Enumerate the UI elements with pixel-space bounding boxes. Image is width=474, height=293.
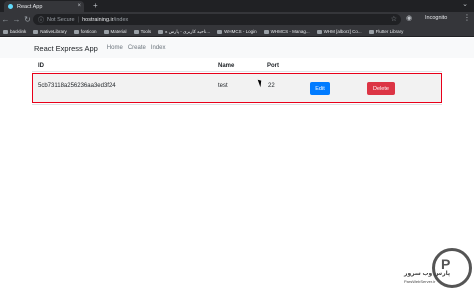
folder-icon [33,29,39,34]
forward-icon[interactable]: → [11,15,22,25]
url-path: /index [113,16,129,23]
folder-icon [133,29,139,34]
info-icon[interactable]: ⓘ [38,15,44,24]
bookmark-item[interactable]: fonticon [73,29,97,34]
watermark-text: پارس وب سرور [404,271,451,277]
column-header-name: Name [218,63,235,69]
url-host: hostraining.ir [82,16,114,23]
folder-icon [73,29,79,34]
bookmark-item[interactable]: Tools [133,29,151,34]
folder-icon [103,29,109,34]
column-header-id: ID [38,63,44,69]
browser-toolbar: ← → ↻ ⓘ Not Secure | hostraining.ir /ind… [0,12,474,27]
bookmark-star-icon[interactable]: ☆ [391,15,397,23]
back-icon[interactable]: ← [0,15,11,25]
app-brand[interactable]: React Express App [34,44,98,53]
table-row: 5cb73118a256236aa3ed3f24 test 22 Edit De… [32,73,442,103]
watermark-logo-icon [432,248,472,288]
folder-icon [368,29,374,34]
bookmark-item[interactable]: WHMCS - Manag... [263,29,310,34]
separator: | [77,16,80,23]
folder-icon [3,29,8,34]
site-icon [217,29,223,34]
bookmarks-bar: backlink NativeLibrary fonticon Material… [0,27,474,37]
nav-link-home[interactable]: Home [107,45,123,51]
nav-link-index[interactable]: Index [151,45,166,51]
bookmark-item[interactable]: WHMCS - Login [217,29,257,34]
incognito-icon: ◉ [406,15,413,22]
tab-close-icon[interactable]: × [77,3,81,9]
bookmark-item[interactable]: backlink [3,29,26,34]
tab-strip: React App × + ⌄ [0,0,474,12]
address-bar[interactable]: ⓘ Not Secure | hostraining.ir /index ☆ [33,14,401,25]
table-header: ID Name Port [32,62,442,72]
site-icon [263,29,269,34]
tab-search-icon[interactable]: ⌄ [462,1,468,9]
column-header-port: Port [267,63,279,69]
bookmark-item[interactable]: ناحیه کاربری - پارس ه... [158,29,210,35]
new-tab-icon[interactable]: + [93,1,98,10]
site-icon [316,29,322,34]
bookmark-item[interactable]: NativeLibrary [33,29,67,34]
row-name: test [218,83,228,89]
tab-react-app[interactable]: React App × [4,1,84,12]
bookmark-item[interactable]: WHM [alborz] Co... [316,29,362,34]
row-id: 5cb73118a256236aa3ed3f24 [38,83,116,89]
incognito-label: Incognito [425,15,448,21]
edit-button[interactable]: Edit [310,82,330,95]
table-divider [32,104,442,105]
tab-title: React App [17,3,43,10]
browser-menu-icon[interactable]: ⋮ [463,13,471,22]
reload-icon[interactable]: ↻ [22,15,33,25]
not-secure-label: Not Secure [47,16,75,23]
bookmark-item[interactable]: Flutter Library [368,29,403,34]
app-navbar: React Express App Home Create Index [0,38,474,58]
react-favicon-icon [8,4,13,9]
row-port: 22 [268,83,275,89]
site-icon [158,29,164,34]
watermark-subtext: ParsWebServer.ir [404,279,436,284]
bookmark-item[interactable]: Material [103,29,127,34]
delete-button[interactable]: Delete [367,82,395,95]
nav-link-create[interactable]: Create [128,45,146,51]
